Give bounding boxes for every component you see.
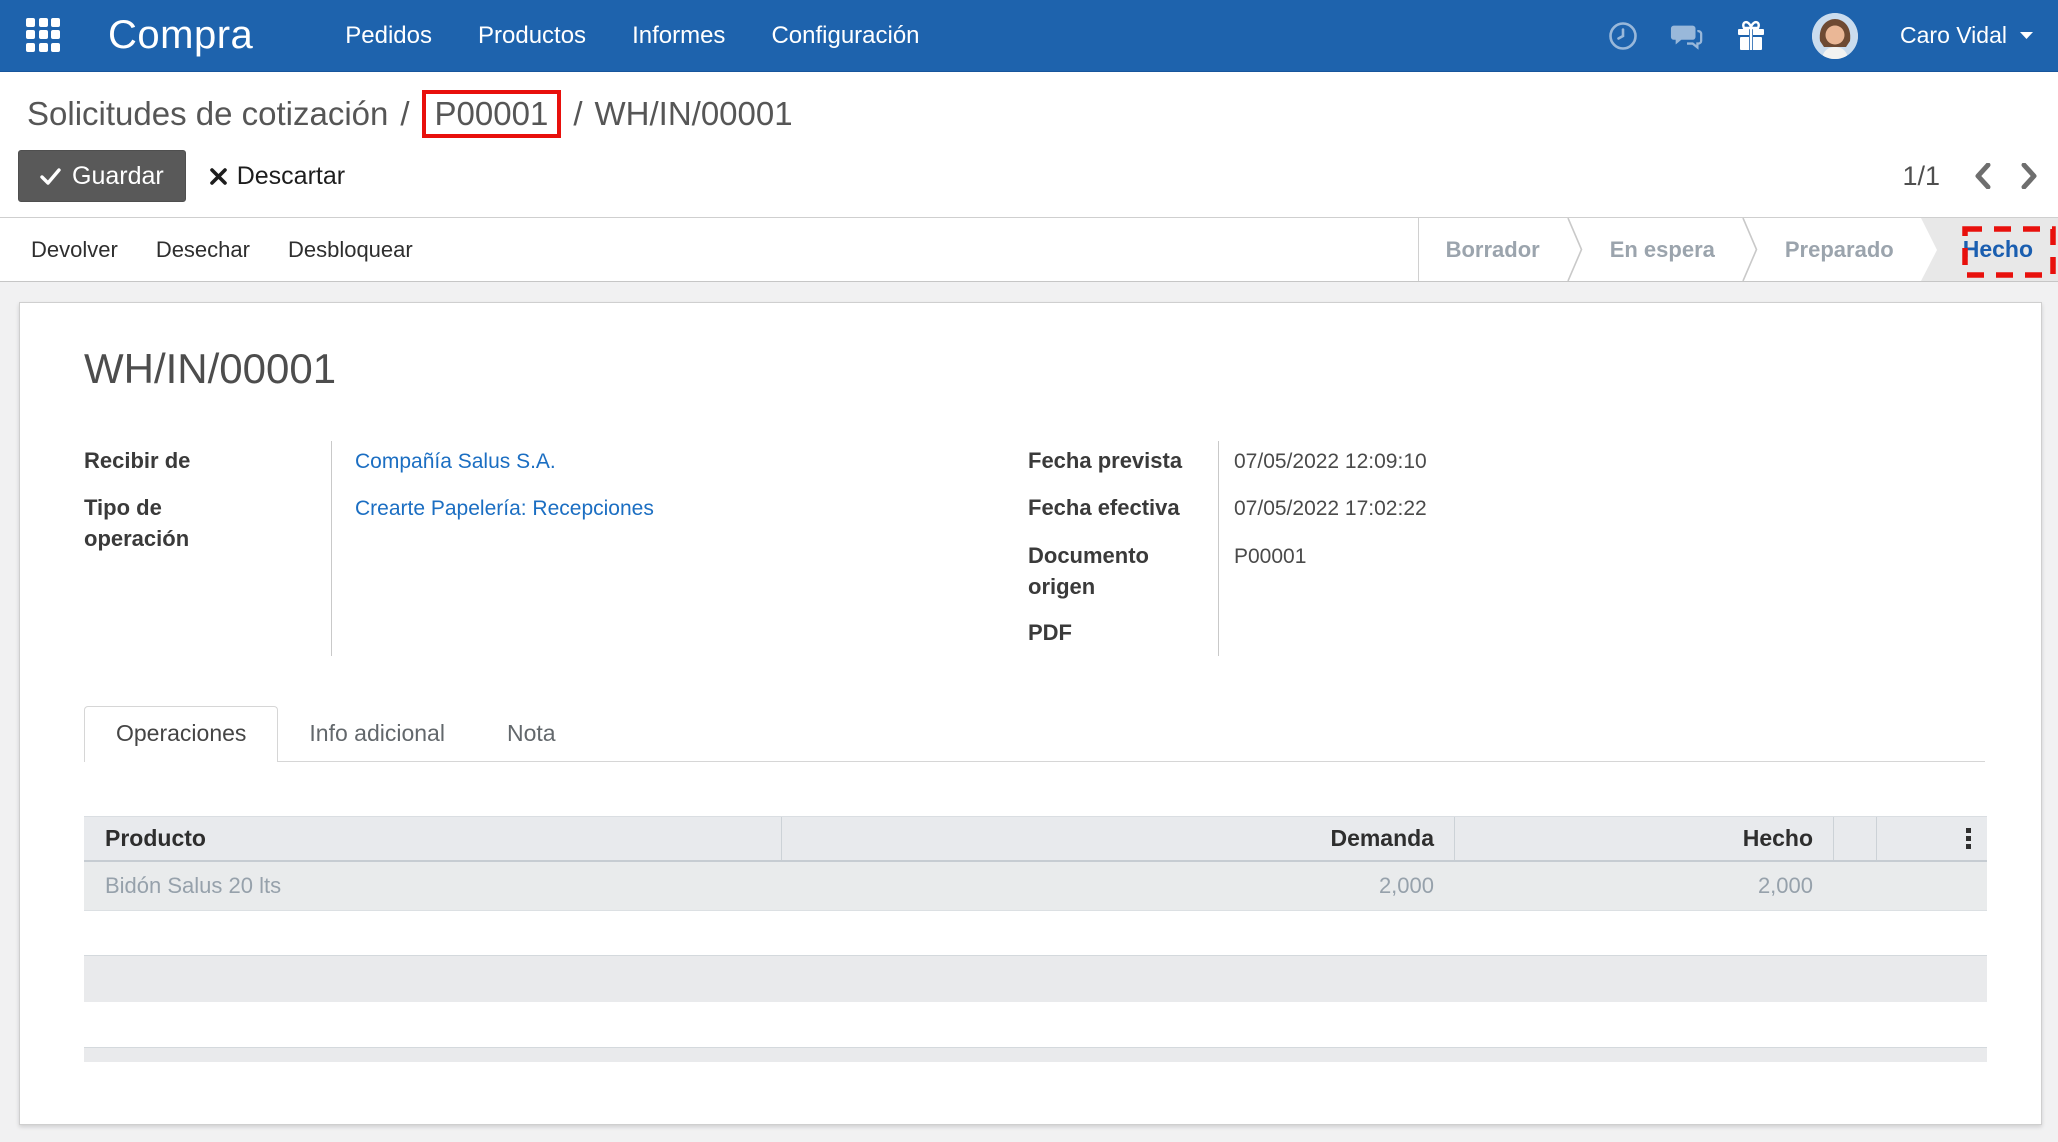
top-navbar: Compra Pedidos Productos Informes Config… <box>0 0 2058 72</box>
state-en-espera[interactable]: En espera <box>1583 218 1742 281</box>
tab-info-adicional[interactable]: Info adicional <box>278 707 476 761</box>
cell-demanda: 2,000 <box>781 862 1454 910</box>
app-window: Compra Pedidos Productos Informes Config… <box>0 0 2058 1142</box>
field-value-pdf <box>1218 611 1985 658</box>
empty-table-strip <box>84 955 1987 1002</box>
field-label-tipo-operacion: Tipo de operación <box>84 486 331 564</box>
tab-operaciones[interactable]: Operaciones <box>84 706 278 762</box>
status-pipeline: Borrador En espera Preparado Hecho <box>1418 218 2058 281</box>
pager-value[interactable]: 1/1 <box>1902 161 1940 192</box>
gift-icon[interactable] <box>1734 19 1768 53</box>
column-header-options <box>1876 817 1987 860</box>
column-header-demanda[interactable]: Demanda <box>781 817 1454 860</box>
record-pager: 1/1 <box>1902 150 2038 202</box>
pager-next-icon[interactable] <box>2021 163 2038 189</box>
app-title[interactable]: Compra <box>108 13 253 58</box>
main-menu: Pedidos Productos Informes Configuración <box>345 22 919 50</box>
field-value-operation-type-link[interactable]: Crearte Papelería: Recepciones <box>355 497 654 520</box>
form-sheet: WH/IN/00001 Recibir de Compañía Salus S.… <box>19 302 2042 1125</box>
menu-item-configuracion[interactable]: Configuración <box>771 22 919 50</box>
scrap-button[interactable]: Desechar <box>156 237 250 263</box>
statusbar-buttons: Devolver Desechar Desbloquear <box>0 218 413 281</box>
field-value-fecha-prevista: 07/05/2022 12:09:10 <box>1218 439 1985 486</box>
column-header-producto[interactable]: Producto <box>84 817 781 860</box>
breadcrumb: Solicitudes de cotización / P00001 / WH/… <box>27 90 793 138</box>
field-value-documento-origen: P00001 <box>1218 534 1985 612</box>
navbar-right: Caro Vidal <box>1606 13 2034 59</box>
control-panel: Solicitudes de cotización / P00001 / WH/… <box>0 72 2058 217</box>
form-view: WH/IN/00001 Recibir de Compañía Salus S.… <box>0 282 2058 1142</box>
state-hecho-active[interactable]: Hecho <box>1921 218 2058 281</box>
breadcrumb-root[interactable]: Solicitudes de cotización <box>27 95 388 133</box>
table-header: Producto Demanda Hecho <box>84 816 1987 862</box>
notebook-tabs: Operaciones Info adicional Nota <box>84 706 1985 762</box>
menu-item-informes[interactable]: Informes <box>632 22 725 50</box>
save-button[interactable]: Guardar <box>18 150 186 202</box>
chevron-down-icon <box>2019 31 2034 40</box>
user-name-label: Caro Vidal <box>1900 22 2007 49</box>
unlock-button[interactable]: Desbloquear <box>288 237 413 263</box>
operations-table: Producto Demanda Hecho Bidón Salus 20 lt… <box>84 816 1987 911</box>
activities-clock-icon[interactable] <box>1606 19 1640 53</box>
record-title: WH/IN/00001 <box>84 345 1985 393</box>
messages-chat-icon[interactable] <box>1670 19 1704 53</box>
field-value-partner-link[interactable]: Compañía Salus S.A. <box>355 450 556 473</box>
field-group-right: Fecha prevista 07/05/2022 12:09:10 Fecha… <box>1028 439 1985 658</box>
check-icon <box>40 168 61 185</box>
column-options-icon[interactable] <box>1962 824 1975 853</box>
breadcrumb-separator: / <box>573 95 582 133</box>
discard-button[interactable]: Descartar <box>202 150 353 202</box>
user-menu[interactable]: Caro Vidal <box>1900 22 2034 49</box>
field-label-documento-origen: Documento origen <box>1028 534 1218 612</box>
user-avatar[interactable] <box>1812 13 1858 59</box>
statusbar: Devolver Desechar Desbloquear Borrador E… <box>0 217 2058 282</box>
tab-nota[interactable]: Nota <box>476 707 587 761</box>
cell-producto: Bidón Salus 20 lts <box>84 862 781 910</box>
state-separator-icon <box>1742 218 1758 281</box>
form-action-buttons: Guardar Descartar <box>18 150 353 202</box>
field-group-left: Recibir de Compañía Salus S.A. Tipo de o… <box>84 439 1028 658</box>
x-icon <box>210 168 227 185</box>
field-label-fecha-prevista: Fecha prevista <box>1028 439 1218 486</box>
field-label-recibir-de: Recibir de <box>84 439 331 486</box>
table-row[interactable]: Bidón Salus 20 lts 2,000 2,000 <box>84 862 1987 911</box>
return-button[interactable]: Devolver <box>31 237 118 263</box>
menu-item-productos[interactable]: Productos <box>478 22 586 50</box>
pager-previous-icon[interactable] <box>1974 163 1991 189</box>
field-value-fecha-efectiva: 07/05/2022 17:02:22 <box>1218 486 1985 533</box>
menu-item-pedidos[interactable]: Pedidos <box>345 22 432 50</box>
field-label-fecha-efectiva: Fecha efectiva <box>1028 486 1218 533</box>
column-header-spacer <box>1833 817 1876 860</box>
field-label-pdf: PDF <box>1028 611 1218 658</box>
field-groups: Recibir de Compañía Salus S.A. Tipo de o… <box>84 439 1985 658</box>
state-separator-icon <box>1567 218 1583 281</box>
state-preparado[interactable]: Preparado <box>1758 218 1921 281</box>
empty-table-strip-thin <box>84 1047 1987 1062</box>
breadcrumb-separator: / <box>400 95 409 133</box>
cell-hecho: 2,000 <box>1454 862 1833 910</box>
breadcrumb-order[interactable]: P00001 <box>435 95 549 132</box>
state-borrador[interactable]: Borrador <box>1419 218 1567 281</box>
breadcrumb-current: WH/IN/00001 <box>595 95 793 133</box>
apps-grid-icon[interactable] <box>26 18 62 54</box>
breadcrumb-annotation-box: P00001 <box>422 90 562 138</box>
column-header-hecho[interactable]: Hecho <box>1454 817 1833 860</box>
